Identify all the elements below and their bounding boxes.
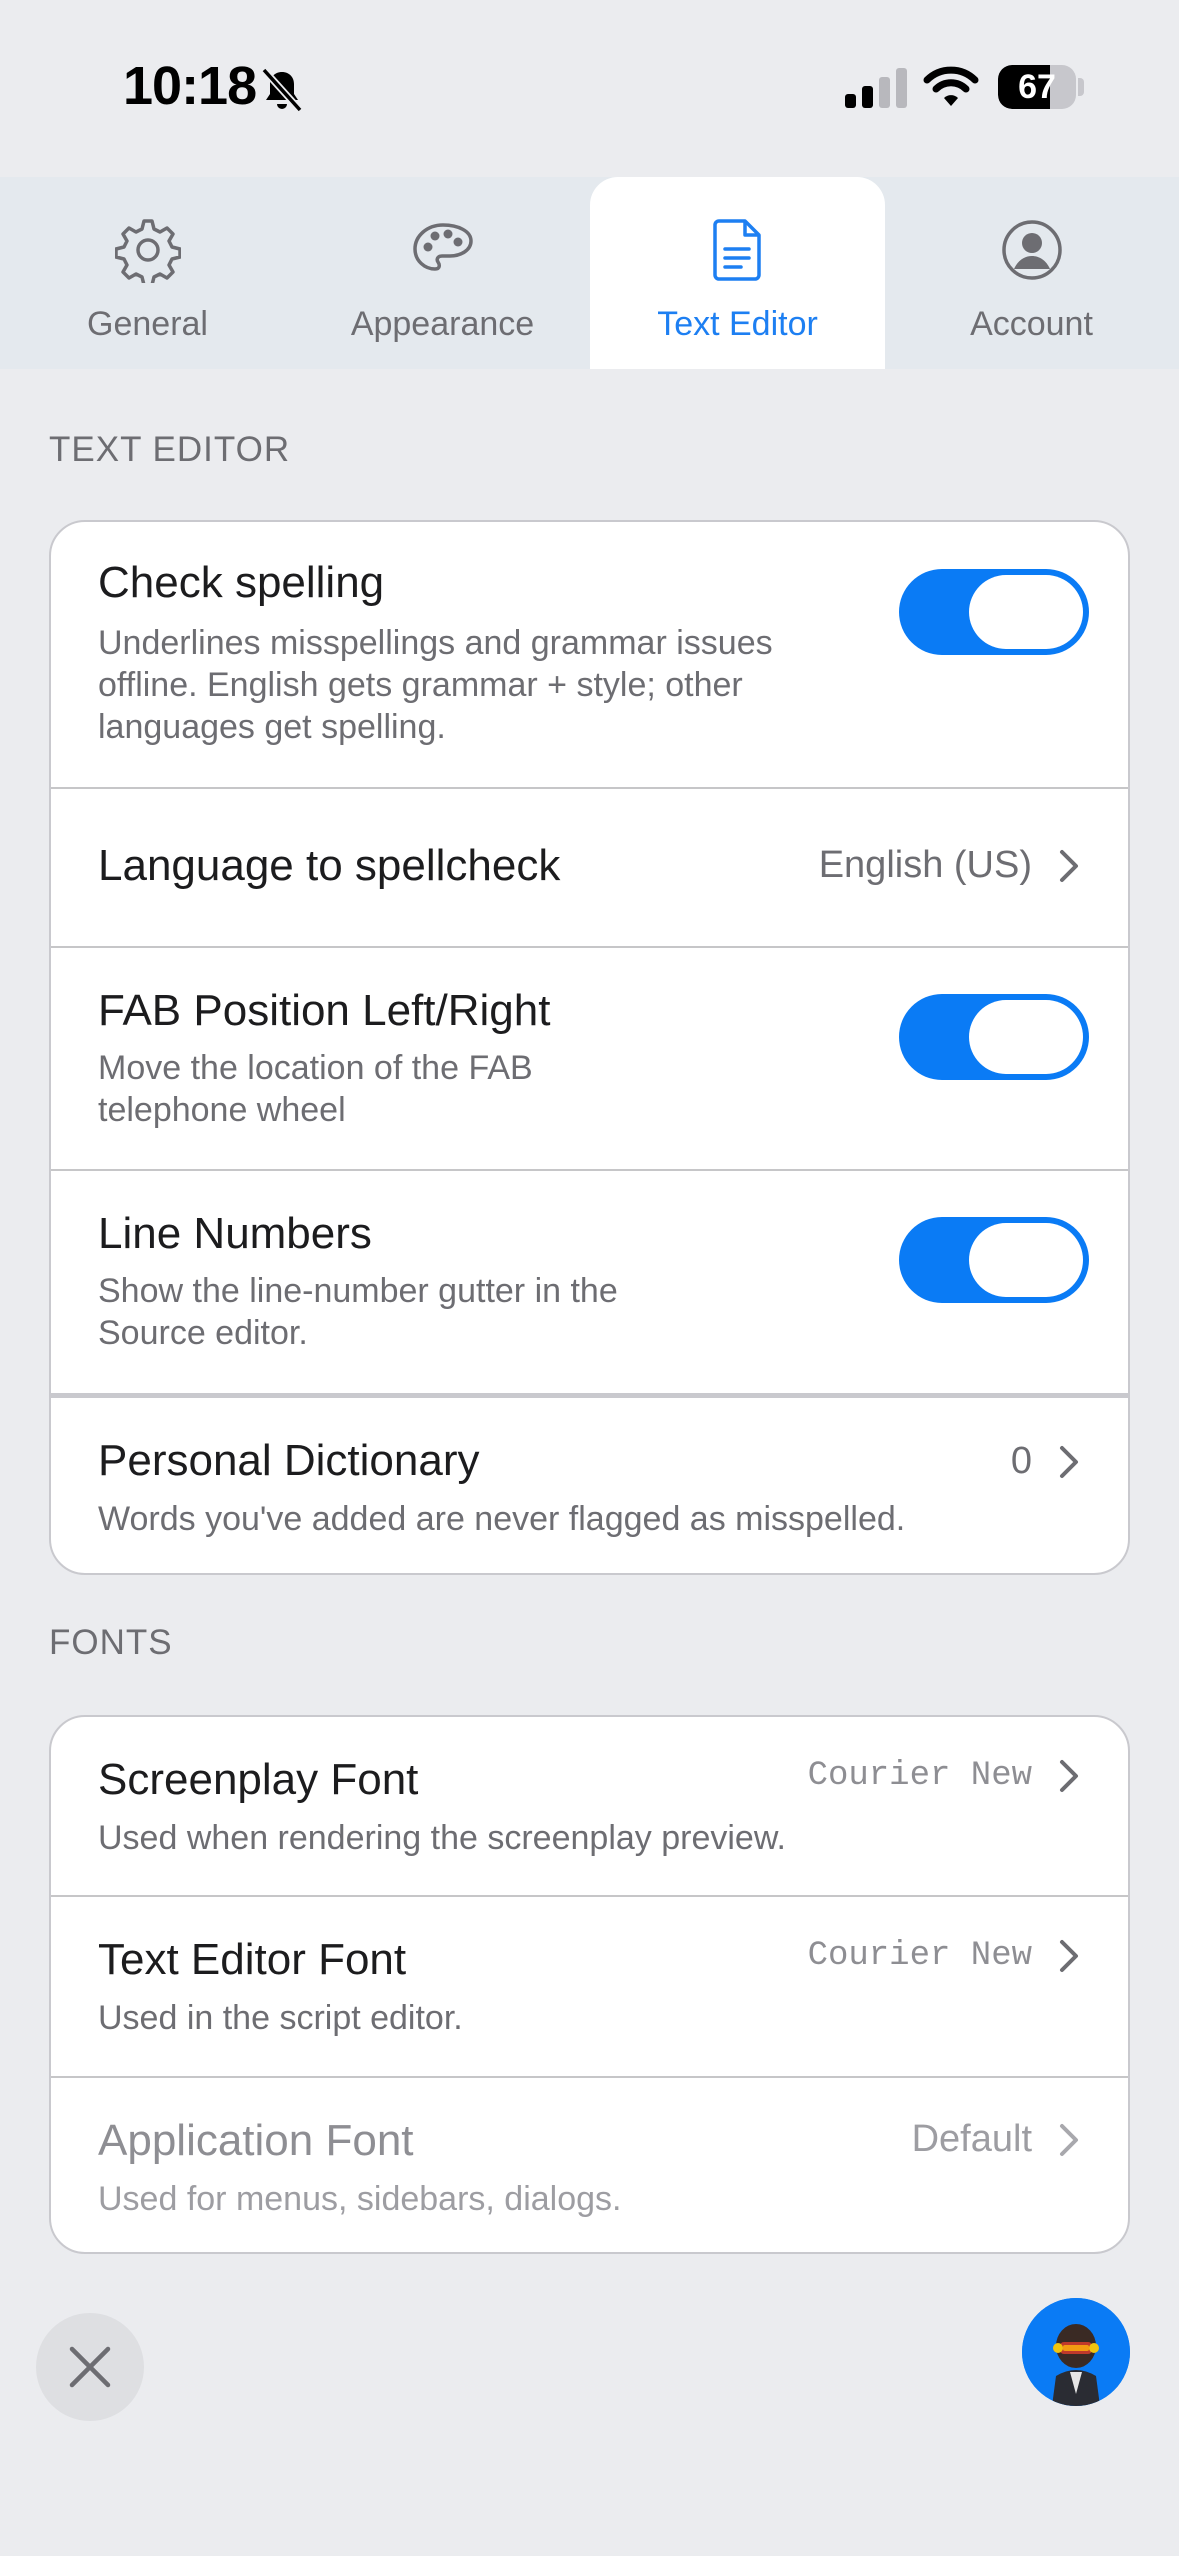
tab-text-editor-label: Text Editor — [657, 305, 818, 343]
fab-position-row: FAB Position Left/Right Move the locatio… — [51, 948, 1128, 1169]
text-editor-settings-card: Check spelling Underlines misspellings a… — [49, 520, 1130, 1575]
text-editor-font-value-group: Courier New — [808, 1937, 1080, 1975]
check-spelling-row: Check spelling Underlines misspellings a… — [51, 522, 1128, 787]
language-value-group: English (US) — [819, 844, 1080, 887]
assistant-fab-button[interactable] — [1022, 2298, 1130, 2406]
bell-slash-icon — [261, 67, 303, 113]
text-editor-font-description: Used in the script editor. — [98, 1999, 463, 2037]
line-numbers-description: Show the line-number gutter in the Sourc… — [98, 1270, 618, 1354]
cellular-signal-icon — [845, 68, 907, 108]
language-row[interactable]: Language to spellcheck English (US) — [51, 789, 1128, 946]
application-font-value-group: Default — [912, 2118, 1080, 2161]
application-font-row[interactable]: Application Font Default Used for menus,… — [51, 2078, 1128, 2252]
fab-position-title: FAB Position Left/Right — [98, 986, 551, 1035]
close-button[interactable] — [36, 2313, 144, 2421]
check-spelling-desc-line-2: offline. English gets grammar + style; o… — [98, 666, 743, 704]
person-circle-icon — [1001, 220, 1062, 280]
language-value: English (US) — [818, 844, 1032, 886]
toggle-knob — [969, 575, 1083, 649]
battery-indicator: 67 — [998, 65, 1076, 109]
document-icon — [712, 219, 761, 281]
line-numbers-title: Line Numbers — [98, 1209, 372, 1258]
check-spelling-desc-line-3: languages get spelling. — [98, 708, 446, 746]
personal-dictionary-count: 0 — [1010, 1440, 1032, 1482]
check-spelling-toggle[interactable] — [899, 569, 1089, 655]
chevron-right-icon — [1060, 1940, 1078, 1972]
application-font-description: Used for menus, sidebars, dialogs. — [98, 2180, 622, 2218]
palette-icon — [412, 223, 473, 271]
tab-general[interactable]: General — [0, 177, 295, 369]
tab-appearance-label: Appearance — [350, 305, 535, 343]
fonts-settings-card: Screenplay Font Courier New Used when re… — [49, 1715, 1130, 2254]
check-spelling-title: Check spelling — [98, 558, 385, 607]
text-editor-font-row[interactable]: Text Editor Font Courier New Used in the… — [51, 1897, 1128, 2076]
tab-account-label: Account — [970, 305, 1093, 343]
fab-position-desc-line-2: telephone wheel — [98, 1091, 346, 1129]
section-header-fonts: FONTS — [49, 1623, 173, 1662]
text-editor-font-title: Text Editor Font — [98, 1935, 407, 1984]
toggle-knob — [969, 1000, 1083, 1074]
section-header-text-editor: TEXT EDITOR — [49, 430, 291, 469]
avatar-icon — [1022, 2298, 1130, 2406]
line-numbers-toggle[interactable] — [899, 1217, 1089, 1303]
chevron-right-icon — [1060, 2123, 1078, 2156]
close-icon — [69, 2346, 111, 2388]
status-bar: 10:18 67 — [0, 0, 1179, 175]
personal-dictionary-value-group: 0 — [1011, 1440, 1080, 1483]
settings-tab-bar: General Appearance Text Editor Account — [0, 177, 1179, 369]
wifi-icon — [923, 66, 979, 106]
personal-dictionary-description: Words you've added are never flagged as … — [98, 1500, 906, 1538]
application-font-value: Default — [911, 2118, 1032, 2160]
fab-position-toggle[interactable] — [899, 994, 1089, 1080]
chevron-right-icon — [1060, 849, 1078, 882]
tab-appearance[interactable]: Appearance — [295, 177, 590, 369]
check-spelling-description: Underlines misspellings and grammar issu… — [98, 622, 773, 748]
tab-text-editor[interactable]: Text Editor — [590, 177, 885, 369]
language-title: Language to spellcheck — [98, 841, 561, 890]
line-numbers-desc-line-2: Source editor. — [98, 1314, 308, 1352]
tab-account[interactable]: Account — [884, 177, 1179, 369]
status-time: 10:18 — [123, 56, 257, 116]
personal-dictionary-title: Personal Dictionary — [98, 1436, 480, 1485]
screenplay-font-value-group: Courier New — [808, 1757, 1080, 1795]
chevron-right-icon — [1060, 1445, 1078, 1478]
screenplay-font-value: Courier New — [807, 1757, 1032, 1795]
battery-nub — [1078, 78, 1084, 96]
fab-position-desc-line-1: Move the location of the FAB — [98, 1049, 533, 1087]
personal-dictionary-row[interactable]: Personal Dictionary 0 Words you've added… — [51, 1398, 1128, 1573]
chevron-right-icon — [1060, 1760, 1078, 1792]
screenplay-font-description: Used when rendering the screenplay previ… — [98, 1819, 786, 1857]
fab-position-description: Move the location of the FAB telephone w… — [98, 1047, 533, 1131]
screenplay-font-row[interactable]: Screenplay Font Courier New Used when re… — [51, 1717, 1128, 1895]
check-spelling-desc-line-1: Underlines misspellings and grammar issu… — [98, 624, 773, 662]
tab-general-label: General — [87, 305, 208, 343]
toggle-knob — [969, 1223, 1083, 1297]
battery-percent: 67 — [1018, 67, 1056, 106]
application-font-title: Application Font — [98, 2116, 414, 2165]
screenplay-font-title: Screenplay Font — [98, 1755, 419, 1804]
text-editor-font-value: Courier New — [807, 1937, 1032, 1975]
line-numbers-row: Line Numbers Show the line-number gutter… — [51, 1171, 1128, 1393]
gear-icon — [114, 219, 181, 283]
line-numbers-desc-line-1: Show the line-number gutter in the — [98, 1272, 618, 1310]
